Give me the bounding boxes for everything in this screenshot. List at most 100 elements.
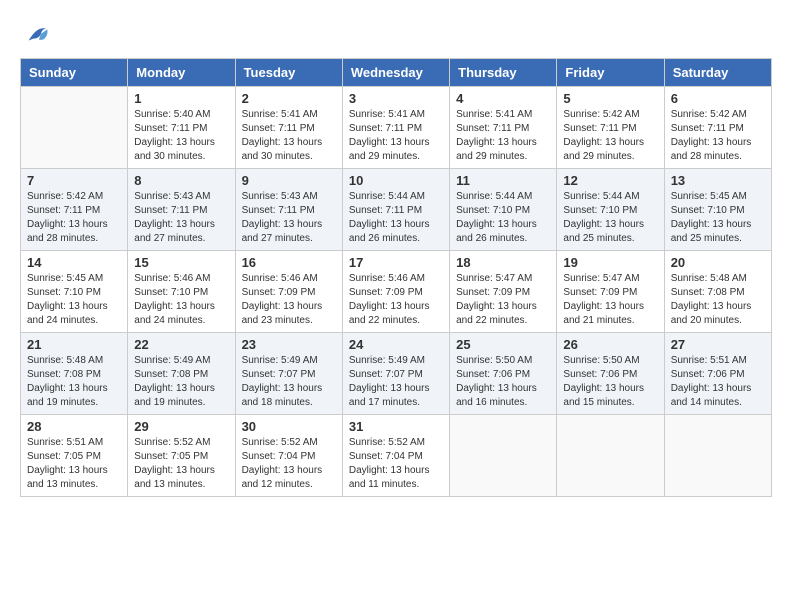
day-number: 1 [134, 91, 228, 106]
calendar-cell: 7 Sunrise: 5:42 AMSunset: 7:11 PMDaylight… [21, 169, 128, 251]
weekday-header-monday: Monday [128, 59, 235, 87]
calendar-cell: 5 Sunrise: 5:42 AMSunset: 7:11 PMDaylight… [557, 87, 664, 169]
calendar-cell: 17Sunrise: 5:46 AMSunset: 7:09 PMDayligh… [342, 251, 449, 333]
day-info: Sunrise: 5:47 AMSunset: 7:09 PMDaylight:… [563, 272, 657, 328]
logo-icon [24, 20, 52, 48]
calendar-cell: 15 Sunrise: 5:46 AMSunset: 7:10 PMDayligh… [128, 251, 235, 333]
calendar-cell: 18 Sunrise: 5:47 AMSunset: 7:09 PMDayligh… [450, 251, 557, 333]
calendar-cell: 23 Sunrise: 5:49 AMSunset: 7:07 PMDayligh… [235, 333, 342, 415]
day-number: 31 [349, 419, 443, 434]
day-info: Sunrise: 5:46 AMSunset: 7:10 PMDaylight:… [134, 272, 228, 328]
calendar-cell: 25 Sunrise: 5:50 AMSunset: 7:06 PMDayligh… [450, 333, 557, 415]
day-info: Sunrise: 5:42 AMSunset: 7:11 PMDaylight:… [27, 190, 121, 246]
day-number: 29 [134, 419, 228, 434]
day-info: Sunrise: 5:48 AMSunset: 7:08 PMDaylight:… [27, 354, 121, 410]
day-info: Sunrise: 5:42 AMSunset: 7:11 PMDaylight:… [563, 108, 657, 164]
calendar-cell: 11 Sunrise: 5:44 AMSunset: 7:10 PMDayligh… [450, 169, 557, 251]
day-number: 22 [134, 337, 228, 352]
day-number: 11 [456, 173, 550, 188]
calendar-cell: 1 Sunrise: 5:40 AMSunset: 7:11 PMDaylight… [128, 87, 235, 169]
calendar-cell: 6 Sunrise: 5:42 AMSunset: 7:11 PMDaylight… [664, 87, 771, 169]
calendar-cell: 8 Sunrise: 5:43 AMSunset: 7:11 PMDaylight… [128, 169, 235, 251]
calendar-cell [21, 87, 128, 169]
calendar-week-row: 7 Sunrise: 5:42 AMSunset: 7:11 PMDaylight… [21, 169, 772, 251]
day-number: 25 [456, 337, 550, 352]
day-number: 21 [27, 337, 121, 352]
day-info: Sunrise: 5:41 AMSunset: 7:11 PMDaylight:… [242, 108, 336, 164]
day-info: Sunrise: 5:52 AMSunset: 7:05 PMDaylight:… [134, 436, 228, 492]
day-info: Sunrise: 5:46 AMSunset: 7:09 PMDaylight:… [242, 272, 336, 328]
day-info: Sunrise: 5:50 AMSunset: 7:06 PMDaylight:… [563, 354, 657, 410]
logo [20, 20, 52, 48]
day-number: 16 [242, 255, 336, 270]
calendar-cell: 30 Sunrise: 5:52 AMSunset: 7:04 PMDayligh… [235, 415, 342, 497]
day-number: 14 [27, 255, 121, 270]
calendar-cell: 10 Sunrise: 5:44 AMSunset: 7:11 PMDayligh… [342, 169, 449, 251]
calendar-cell [664, 415, 771, 497]
calendar-cell: 19 Sunrise: 5:47 AMSunset: 7:09 PMDayligh… [557, 251, 664, 333]
weekday-header-saturday: Saturday [664, 59, 771, 87]
day-info: Sunrise: 5:44 AMSunset: 7:10 PMDaylight:… [456, 190, 550, 246]
weekday-header-wednesday: Wednesday [342, 59, 449, 87]
day-number: 8 [134, 173, 228, 188]
day-number: 10 [349, 173, 443, 188]
calendar-week-row: 21 Sunrise: 5:48 AMSunset: 7:08 PMDayligh… [21, 333, 772, 415]
day-info: Sunrise: 5:51 AMSunset: 7:06 PMDaylight:… [671, 354, 765, 410]
day-number: 4 [456, 91, 550, 106]
day-info: Sunrise: 5:43 AMSunset: 7:11 PMDaylight:… [134, 190, 228, 246]
calendar-cell [450, 415, 557, 497]
day-info: Sunrise: 5:52 AMSunset: 7:04 PMDaylight:… [349, 436, 443, 492]
page-header [20, 20, 772, 48]
day-number: 30 [242, 419, 336, 434]
calendar-cell: 24 Sunrise: 5:49 AMSunset: 7:07 PMDayligh… [342, 333, 449, 415]
weekday-header-row: SundayMondayTuesdayWednesdayThursdayFrid… [21, 59, 772, 87]
day-number: 15 [134, 255, 228, 270]
calendar-cell: 21 Sunrise: 5:48 AMSunset: 7:08 PMDayligh… [21, 333, 128, 415]
day-number: 24 [349, 337, 443, 352]
day-info: Sunrise: 5:52 AMSunset: 7:04 PMDaylight:… [242, 436, 336, 492]
day-number: 5 [563, 91, 657, 106]
calendar-cell: 27Sunrise: 5:51 AMSunset: 7:06 PMDayligh… [664, 333, 771, 415]
calendar-table: SundayMondayTuesdayWednesdayThursdayFrid… [20, 58, 772, 497]
day-info: Sunrise: 5:49 AMSunset: 7:08 PMDaylight:… [134, 354, 228, 410]
weekday-header-thursday: Thursday [450, 59, 557, 87]
calendar-cell: 28Sunrise: 5:51 AMSunset: 7:05 PMDayligh… [21, 415, 128, 497]
day-info: Sunrise: 5:49 AMSunset: 7:07 PMDaylight:… [349, 354, 443, 410]
day-info: Sunrise: 5:42 AMSunset: 7:11 PMDaylight:… [671, 108, 765, 164]
calendar-cell: 3 Sunrise: 5:41 AMSunset: 7:11 PMDaylight… [342, 87, 449, 169]
day-number: 2 [242, 91, 336, 106]
day-number: 9 [242, 173, 336, 188]
calendar-cell: 4 Sunrise: 5:41 AMSunset: 7:11 PMDaylight… [450, 87, 557, 169]
day-number: 3 [349, 91, 443, 106]
day-info: Sunrise: 5:49 AMSunset: 7:07 PMDaylight:… [242, 354, 336, 410]
day-info: Sunrise: 5:50 AMSunset: 7:06 PMDaylight:… [456, 354, 550, 410]
weekday-header-sunday: Sunday [21, 59, 128, 87]
day-number: 23 [242, 337, 336, 352]
day-info: Sunrise: 5:40 AMSunset: 7:11 PMDaylight:… [134, 108, 228, 164]
calendar-cell: 9Sunrise: 5:43 AMSunset: 7:11 PMDaylight… [235, 169, 342, 251]
day-number: 6 [671, 91, 765, 106]
calendar-week-row: 14Sunrise: 5:45 AMSunset: 7:10 PMDayligh… [21, 251, 772, 333]
calendar-cell: 26 Sunrise: 5:50 AMSunset: 7:06 PMDayligh… [557, 333, 664, 415]
calendar-cell: 31 Sunrise: 5:52 AMSunset: 7:04 PMDayligh… [342, 415, 449, 497]
day-info: Sunrise: 5:46 AMSunset: 7:09 PMDaylight:… [349, 272, 443, 328]
day-info: Sunrise: 5:45 AMSunset: 7:10 PMDaylight:… [671, 190, 765, 246]
calendar-cell: 29 Sunrise: 5:52 AMSunset: 7:05 PMDayligh… [128, 415, 235, 497]
day-number: 19 [563, 255, 657, 270]
day-info: Sunrise: 5:44 AMSunset: 7:11 PMDaylight:… [349, 190, 443, 246]
calendar-week-row: 1 Sunrise: 5:40 AMSunset: 7:11 PMDaylight… [21, 87, 772, 169]
calendar-cell: 16 Sunrise: 5:46 AMSunset: 7:09 PMDayligh… [235, 251, 342, 333]
day-number: 20 [671, 255, 765, 270]
day-info: Sunrise: 5:41 AMSunset: 7:11 PMDaylight:… [456, 108, 550, 164]
calendar-cell: 2 Sunrise: 5:41 AMSunset: 7:11 PMDaylight… [235, 87, 342, 169]
day-number: 18 [456, 255, 550, 270]
day-number: 26 [563, 337, 657, 352]
day-info: Sunrise: 5:47 AMSunset: 7:09 PMDaylight:… [456, 272, 550, 328]
day-number: 28 [27, 419, 121, 434]
day-number: 7 [27, 173, 121, 188]
day-info: Sunrise: 5:41 AMSunset: 7:11 PMDaylight:… [349, 108, 443, 164]
day-info: Sunrise: 5:44 AMSunset: 7:10 PMDaylight:… [563, 190, 657, 246]
calendar-cell: 12Sunrise: 5:44 AMSunset: 7:10 PMDayligh… [557, 169, 664, 251]
calendar-cell: 22 Sunrise: 5:49 AMSunset: 7:08 PMDayligh… [128, 333, 235, 415]
calendar-cell: 20Sunrise: 5:48 AMSunset: 7:08 PMDayligh… [664, 251, 771, 333]
